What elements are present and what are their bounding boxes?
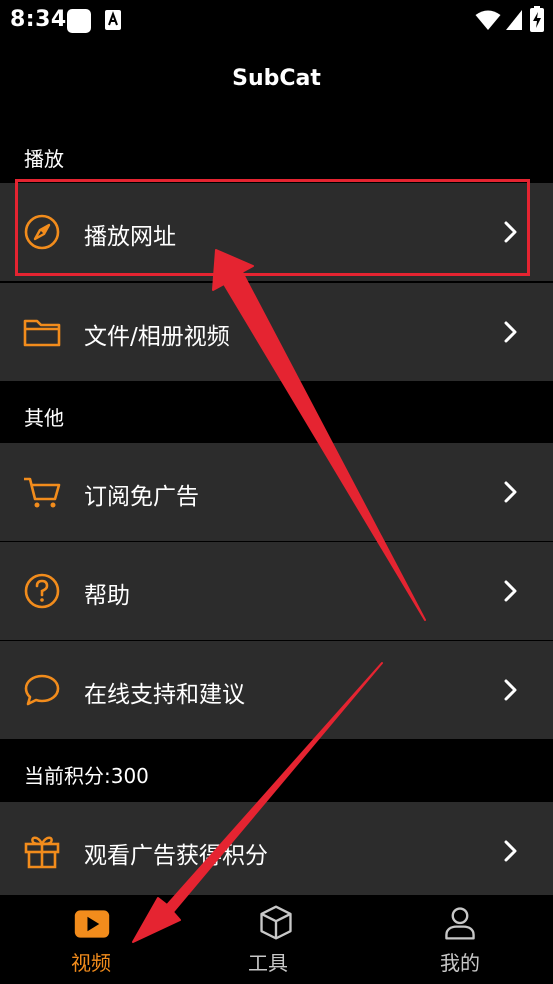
menu-item-label: 播放网址 — [84, 224, 176, 250]
cell-signal-icon — [506, 10, 522, 30]
tab-tools[interactable]: 工具 — [184, 895, 368, 984]
chevron-right-icon — [504, 321, 517, 343]
menu-item-online-support[interactable]: 在线支持和建议 — [0, 641, 553, 739]
menu-item-label: 帮助 — [84, 583, 130, 609]
folder-icon — [23, 319, 61, 347]
wifi-icon — [475, 10, 501, 30]
tab-label: 我的 — [440, 951, 480, 975]
menu-item-play-url[interactable]: 播放网址 — [0, 183, 553, 281]
tab-label: 视频 — [71, 951, 111, 975]
menu-item-label: 观看广告获得积分 — [84, 843, 268, 869]
chevron-right-icon — [504, 679, 517, 701]
menu-item-label: 订阅免广告 — [84, 484, 199, 510]
menu-item-files-album[interactable]: 文件/相册视频 — [0, 283, 553, 381]
menu-item-help[interactable]: 帮助 — [0, 542, 553, 640]
tab-mine[interactable]: 我的 — [368, 895, 552, 984]
chevron-right-icon — [504, 840, 517, 862]
gift-icon — [24, 836, 60, 869]
cube-icon — [260, 905, 292, 940]
tab-label: 工具 — [248, 951, 288, 975]
menu-item-label: 在线支持和建议 — [84, 682, 245, 708]
person-icon — [445, 907, 475, 940]
menu-item-watch-ads-points[interactable]: 观看广告获得积分 — [0, 802, 553, 900]
question-icon — [24, 573, 60, 609]
app-notification-icon — [67, 9, 91, 33]
chevron-right-icon — [504, 481, 517, 503]
section-header-other: 其他 — [24, 406, 64, 430]
battery-charging-icon — [530, 6, 544, 32]
chevron-right-icon — [504, 580, 517, 602]
status-bar: 8:34 — [0, 0, 553, 40]
tab-video[interactable]: 视频 — [0, 895, 184, 984]
chat-bubble-icon — [24, 674, 60, 706]
status-time: 8:34 — [10, 7, 67, 32]
section-header-points: 当前积分:300 — [24, 764, 149, 788]
compass-icon — [24, 214, 60, 250]
app-title: SubCat — [232, 66, 321, 91]
bottom-tab-bar: 视频 工具 我的 — [0, 895, 553, 984]
play-icon — [74, 910, 110, 938]
menu-item-subscribe-no-ads[interactable]: 订阅免广告 — [0, 443, 553, 541]
keyboard-a-icon — [105, 10, 121, 30]
cart-icon — [24, 477, 61, 508]
menu-item-label: 文件/相册视频 — [84, 324, 230, 350]
chevron-right-icon — [504, 221, 517, 243]
section-header-play: 播放 — [24, 147, 64, 171]
